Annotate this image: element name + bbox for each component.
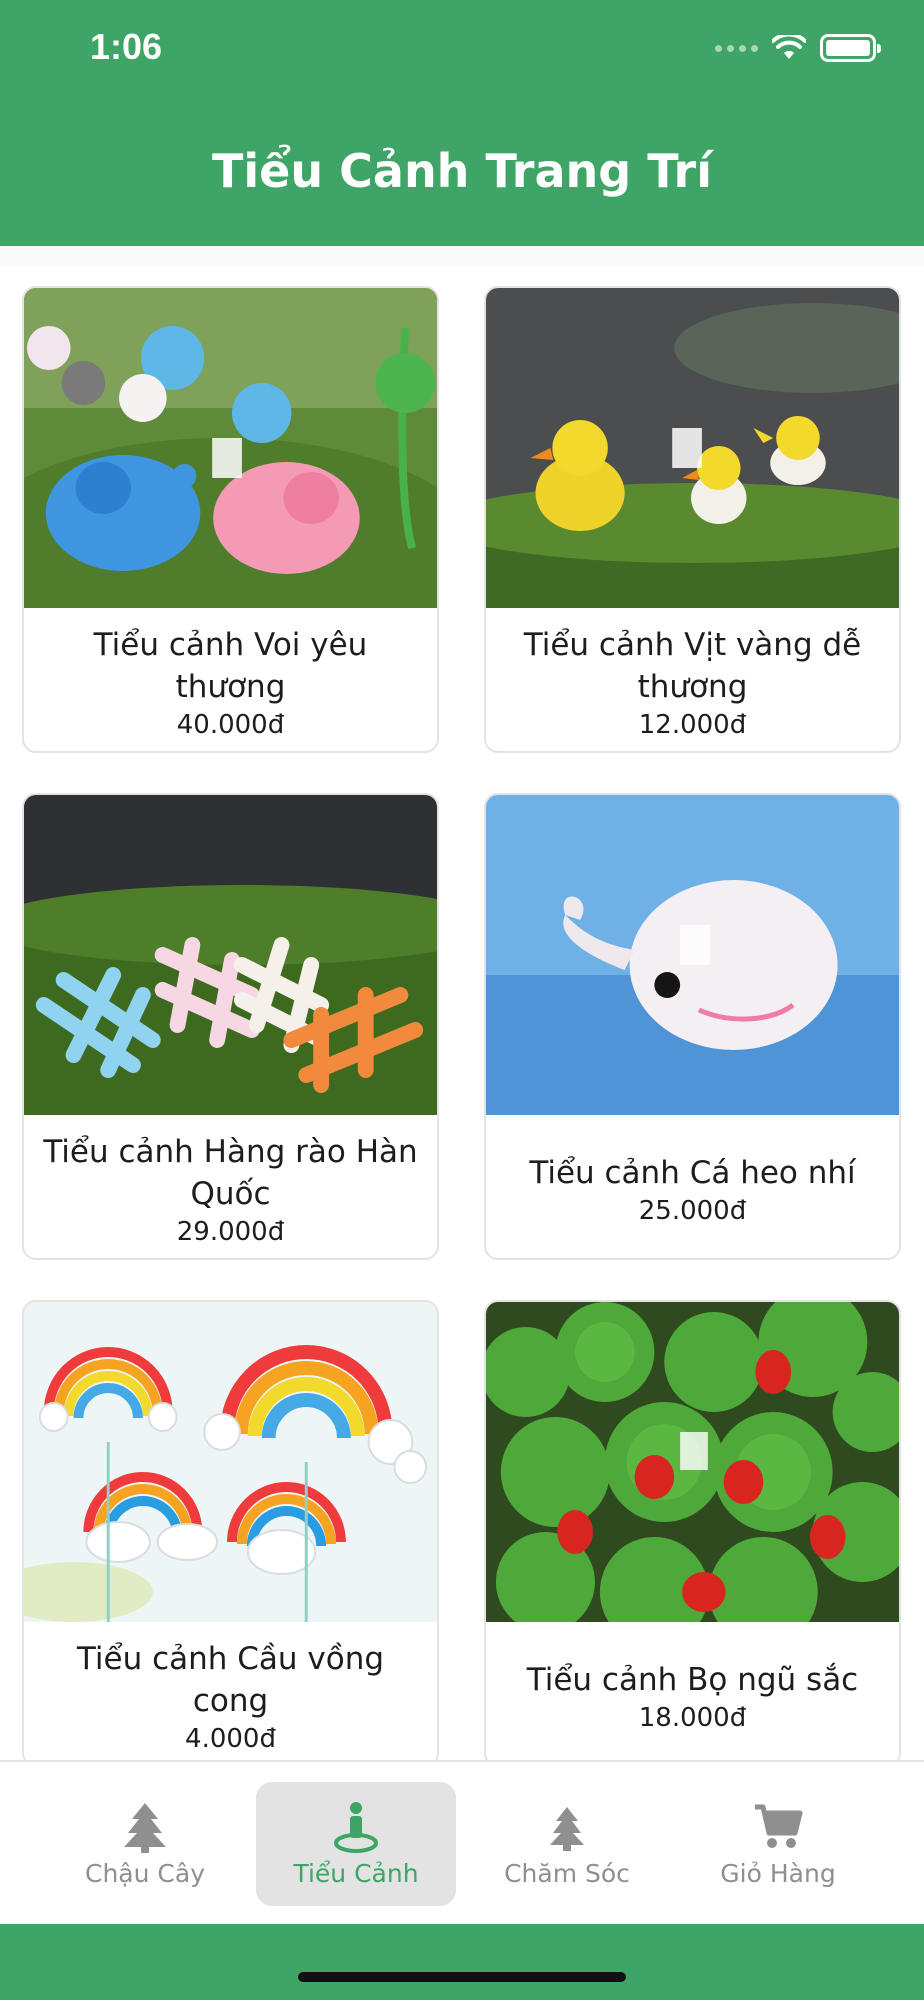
product-grid[interactable]: Tiểu cảnh Voi yêu thương 40.000đ Tiểu cả…	[0, 246, 924, 1762]
product-name: Tiểu cảnh Cầu vồng cong	[76, 1640, 385, 1719]
tab-label: Chăm Sóc	[504, 1858, 630, 1888]
product-info: Tiểu cảnh Cá heo nhí 25.000đ	[486, 1115, 899, 1258]
page-title: Tiểu Cảnh Trang Trí	[212, 144, 712, 198]
status-time: 1:06	[90, 26, 163, 67]
tab-chau-cay[interactable]: Chậu Cây	[45, 1782, 245, 1906]
product-price: 18.000đ	[638, 1702, 747, 1733]
product-name: Tiểu cảnh Bọ ngũ sắc	[526, 1661, 859, 1698]
product-card[interactable]: Tiểu cảnh Voi yêu thương 40.000đ	[22, 286, 439, 753]
tab-label: Giỏ Hàng	[720, 1858, 836, 1888]
product-name: Tiểu cảnh Voi yêu thương	[93, 626, 368, 705]
tree-icon	[550, 1806, 584, 1851]
product-info: Tiểu cảnh Bọ ngũ sắc 18.000đ	[486, 1622, 899, 1762]
tab-label: Tiểu Cảnh	[293, 1858, 419, 1888]
tab-tieu-canh[interactable]: Tiểu Cảnh	[256, 1782, 456, 1906]
product-card[interactable]: Tiểu cảnh Hàng rào Hàn Quốc 29.000đ	[22, 793, 439, 1260]
home-indicator[interactable]	[298, 1972, 626, 1982]
wifi-icon	[772, 35, 806, 59]
product-name: Tiểu cảnh Cá heo nhí	[529, 1154, 856, 1191]
bottom-tab-bar: Chậu Cây Tiểu Cảnh Chăm Sóc Giỏ Hàng	[0, 1760, 924, 1924]
product-card[interactable]: Tiểu cảnh Vịt vàng dễ thương 12.000đ	[484, 286, 901, 753]
tab-cham-soc[interactable]: Chăm Sóc	[467, 1782, 667, 1906]
product-image-ladybugs[interactable]	[486, 1302, 899, 1622]
tab-label: Chậu Cây	[85, 1858, 205, 1888]
product-image-rainbows[interactable]	[24, 1302, 437, 1622]
product-image-elephants[interactable]	[24, 288, 437, 608]
cart-icon	[755, 1804, 803, 1848]
product-image-ducks[interactable]	[486, 288, 899, 608]
product-image-whale[interactable]	[486, 795, 899, 1115]
product-info: Tiểu cảnh Vịt vàng dễ thương 12.000đ	[486, 608, 899, 751]
bottom-safe-area	[0, 1924, 924, 2000]
product-name: Tiểu cảnh Hàng rào Hàn Quốc	[43, 1133, 418, 1212]
product-card[interactable]: Tiểu cảnh Cá heo nhí 25.000đ	[484, 793, 901, 1260]
battery-icon	[820, 34, 881, 62]
status-indicators	[715, 34, 881, 62]
product-info: Tiểu cảnh Voi yêu thương 40.000đ	[24, 608, 437, 751]
person-pin-icon	[334, 1801, 378, 1853]
tab-gio-hang[interactable]: Giỏ Hàng	[678, 1782, 878, 1906]
product-card[interactable]: Tiểu cảnh Cầu vồng cong 4.000đ	[22, 1300, 439, 1762]
product-price: 25.000đ	[638, 1195, 747, 1226]
tree-icon	[124, 1802, 166, 1853]
product-price: 29.000đ	[176, 1216, 285, 1247]
product-name: Tiểu cảnh Vịt vàng dễ thương	[523, 626, 862, 705]
app-header: 1:06 Tiểu Cảnh Trang Trí	[0, 0, 924, 246]
product-price: 4.000đ	[185, 1723, 276, 1754]
product-card[interactable]: Tiểu cảnh Bọ ngũ sắc 18.000đ	[484, 1300, 901, 1762]
product-price: 12.000đ	[638, 709, 747, 740]
product-image-fences[interactable]	[24, 795, 437, 1115]
cellular-signal-icon	[715, 44, 758, 52]
grid-top-spacer	[0, 246, 924, 266]
product-info: Tiểu cảnh Cầu vồng cong 4.000đ	[24, 1622, 437, 1762]
product-price: 40.000đ	[176, 709, 285, 740]
product-info: Tiểu cảnh Hàng rào Hàn Quốc 29.000đ	[24, 1115, 437, 1258]
